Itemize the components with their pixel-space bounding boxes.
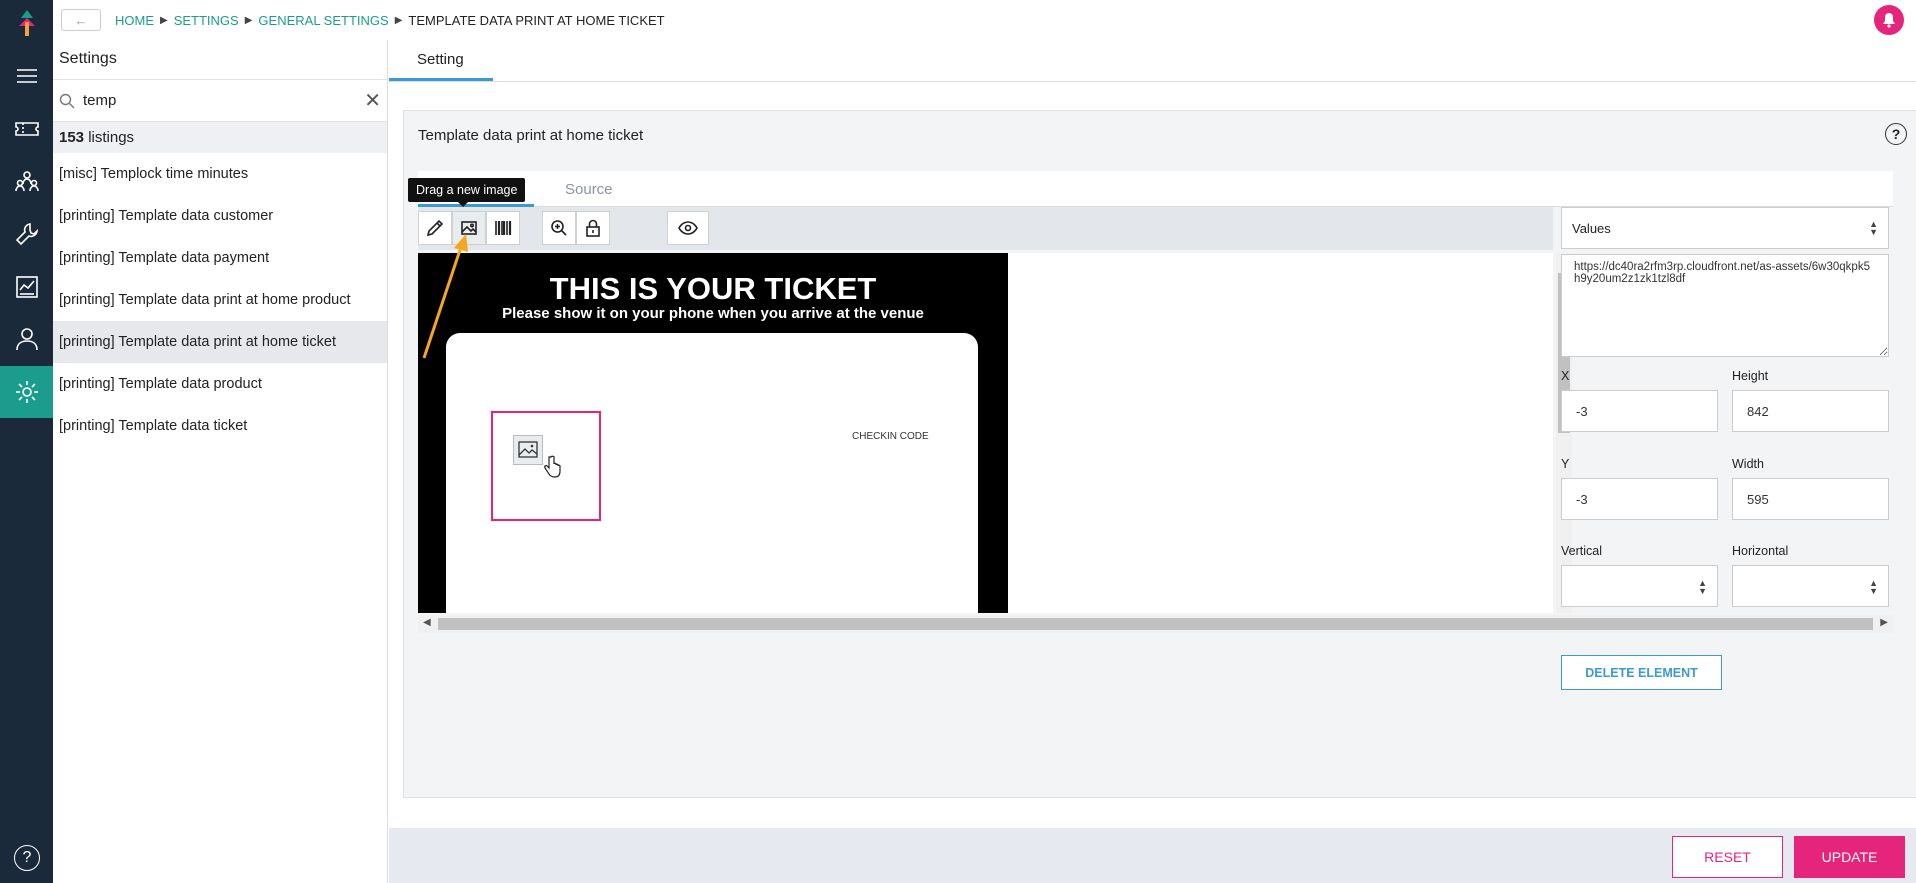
list-item[interactable]: [printing] Template data print at home p… (53, 279, 387, 321)
list-item[interactable]: [printing] Template data product (53, 363, 387, 405)
ticket-subtitle: Please show it on your phone when you ar… (502, 305, 924, 322)
scroll-thumb[interactable] (438, 618, 1873, 630)
help-icon[interactable]: ? (14, 845, 40, 871)
x-input[interactable]: -3 (1561, 390, 1718, 432)
tab-source[interactable]: Source (565, 181, 613, 198)
gear-icon[interactable] (0, 366, 53, 418)
footer-bar: RESET UPDATE (389, 828, 1916, 883)
zoom-in-icon[interactable] (542, 211, 576, 245)
editor-tabs: Source (418, 171, 1893, 207)
scroll-left-icon[interactable]: ◀ (423, 617, 431, 628)
breadcrumb-separator-icon: ▶ (394, 14, 403, 26)
x-label: X (1561, 369, 1570, 383)
search-icon (59, 93, 75, 108)
menu-icon[interactable] (0, 50, 53, 102)
wrench-icon[interactable] (0, 208, 53, 260)
update-button[interactable]: UPDATE (1794, 836, 1905, 878)
annotation-arrow-icon (422, 234, 468, 359)
barcode-icon[interactable] (486, 211, 520, 245)
width-label: Width (1732, 457, 1764, 471)
ticket-body: CHECKIN CODE (446, 333, 978, 613)
ticket-preview: THIS IS YOUR TICKET Please show it on yo… (418, 253, 1008, 613)
checkin-code-label: CHECKIN CODE (852, 431, 929, 442)
eye-icon[interactable] (667, 211, 709, 245)
breadcrumb-separator-icon: ▶ (160, 14, 168, 26)
hand-cursor-icon (544, 455, 561, 478)
search-input[interactable] (83, 92, 365, 109)
breadcrumb-separator-icon: ▶ (244, 14, 253, 26)
image-url-field[interactable]: https://dc40ra2rfm3rp.cloudfront.net/as-… (1561, 254, 1889, 357)
list-item[interactable]: [printing] Template data payment (53, 237, 387, 279)
list-item[interactable]: [misc] Templock time minutes (53, 153, 387, 195)
breadcrumb-settings[interactable]: SETTINGS (174, 13, 239, 28)
tab-bar: Setting (389, 40, 1916, 82)
card-title: Template data print at home ticket (418, 127, 644, 144)
y-label: Y (1561, 457, 1570, 471)
breadcrumb-current: TEMPLATE DATA PRINT AT HOME TICKET (408, 12, 665, 28)
search-bar: ✕ (53, 80, 387, 122)
settings-panel: Settings ✕ 153 listings [misc] Templock … (53, 40, 388, 883)
ticket-title: THIS IS YOUR TICKET (549, 271, 877, 306)
person-icon[interactable] (0, 313, 53, 365)
horizontal-select[interactable]: ▲ ▼ (1732, 565, 1889, 607)
ticket-icon[interactable] (0, 103, 53, 155)
delete-element-button[interactable]: DELETE ELEMENT (1561, 655, 1722, 690)
breadcrumb-home[interactable]: HOME (115, 13, 154, 28)
image-placeholder-icon (513, 435, 543, 465)
image-element-selected[interactable] (491, 411, 601, 521)
horizontal-label: Horizontal (1732, 544, 1789, 558)
report-icon[interactable] (0, 261, 53, 313)
panel-title: Settings (53, 40, 387, 80)
logo-icon[interactable] (14, 8, 40, 38)
vertical-label: Vertical (1561, 544, 1602, 558)
listing-count: 153 listings (53, 122, 387, 153)
tooltip: Drag a new image (408, 178, 526, 207)
vertical-select[interactable]: ▲ ▼ (1561, 565, 1718, 607)
list-item-selected[interactable]: [printing] Template data print at home t… (53, 321, 387, 363)
width-input[interactable]: 595 (1732, 478, 1889, 520)
height-input[interactable]: 842 (1732, 390, 1889, 432)
height-label: Height (1732, 369, 1769, 383)
values-select-label: Values (1572, 220, 1611, 236)
tab-setting[interactable]: Setting (417, 51, 464, 68)
lock-icon[interactable] (576, 211, 610, 245)
back-button[interactable]: ← (61, 9, 101, 31)
top-bar: ← HOME ▶ SETTINGS ▶ GENERAL SETTINGS ▶ T… (53, 0, 1916, 40)
scroll-right-icon[interactable]: ▶ (1880, 617, 1888, 628)
select-arrows-icon: ▲ ▼ (1869, 578, 1878, 596)
breadcrumb: HOME ▶ SETTINGS ▶ GENERAL SETTINGS ▶ TEM… (115, 13, 665, 28)
editor-toolbar (418, 207, 1553, 250)
tab-underline (389, 78, 493, 81)
notification-bell-icon[interactable] (1874, 5, 1904, 35)
icon-rail: ? (0, 0, 53, 883)
clear-search-icon[interactable]: ✕ (364, 88, 381, 113)
select-arrows-icon: ▲ ▼ (1869, 219, 1878, 237)
list-item[interactable]: [printing] Template data customer (53, 195, 387, 237)
template-card: Template data print at home ticket ? Sou… (403, 110, 1916, 798)
main-content: Setting Template data print at home tick… (389, 40, 1916, 883)
question-icon[interactable]: ? (1885, 123, 1907, 145)
list-item[interactable]: [printing] Template data ticket (53, 405, 387, 447)
y-input[interactable]: -3 (1561, 478, 1718, 520)
breadcrumb-general-settings[interactable]: GENERAL SETTINGS (258, 13, 388, 28)
values-select[interactable]: Values ▲ ▼ (1561, 207, 1889, 249)
listing-count-number: 153 (59, 129, 85, 146)
users-group-icon[interactable] (0, 155, 53, 207)
reset-button[interactable]: RESET (1672, 836, 1783, 878)
horizontal-scrollbar[interactable]: ◀ ▶ (418, 615, 1893, 633)
template-canvas[interactable]: THIS IS YOUR TICKET Please show it on yo… (418, 253, 1553, 613)
listing-count-suffix: listings (84, 129, 135, 146)
select-arrows-icon: ▲ ▼ (1698, 578, 1707, 596)
